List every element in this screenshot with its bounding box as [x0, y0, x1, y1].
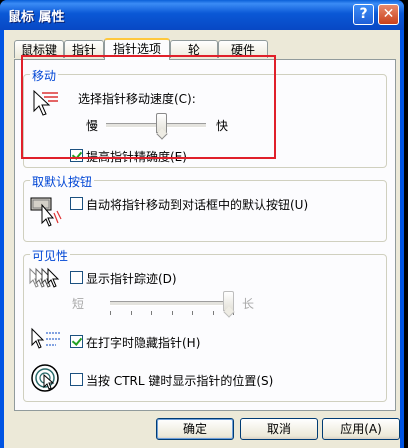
enhance-precision-label: 提高指针精确度(E) [86, 150, 187, 164]
help-button[interactable]: ? [353, 4, 374, 25]
show-location-icon [31, 364, 59, 392]
pointer-trails-icon [29, 267, 60, 288]
motion-group-label: 移动 [30, 67, 59, 84]
short-label: 短 [72, 297, 85, 311]
cancel-button[interactable]: 取消 [240, 418, 318, 440]
tab-pointers[interactable]: 指针 [64, 40, 104, 58]
trails-tick [151, 311, 152, 315]
snap-to-checkbox[interactable] [70, 197, 83, 210]
snap-to-button-icon [30, 197, 62, 227]
pointer-speed-icon [33, 89, 58, 116]
trails-tick [172, 311, 173, 315]
hide-while-typing-label: 在打字时隐藏指针(H) [86, 336, 201, 350]
enhance-precision-checkbox[interactable] [70, 149, 83, 162]
visibility-group-label: 可见性 [30, 247, 71, 264]
trails-tick [192, 311, 193, 315]
snap-to-group: 取默认按钮 自动将指针移动到对话框中的默认按钮(U) [23, 173, 387, 242]
close-button[interactable]: ✕ [378, 4, 399, 25]
pointer-trails-checkbox[interactable] [70, 271, 83, 284]
title-bar[interactable]: 鼠标 属性 ? ✕ [0, 0, 404, 30]
tab-panel: 移动 选择指针移动速度(C): 慢 快 提高指针精确度(E) 取默认按钮 自动将… [14, 59, 396, 411]
tab-buttons[interactable]: 鼠标键 [14, 40, 64, 58]
long-label: 长 [242, 297, 255, 311]
speed-slider-thumb[interactable] [156, 113, 167, 133]
trails-tick [131, 311, 132, 315]
trails-slider-thumb[interactable] [222, 291, 234, 311]
apply-button[interactable]: 应用(A) [322, 418, 400, 440]
pointer-trails-label: 显示指针踪迹(D) [86, 272, 177, 286]
ok-button[interactable]: 确定 [156, 418, 234, 440]
tab-pointer-options[interactable]: 指针选项 [104, 38, 170, 60]
tab-wheel[interactable]: 轮 [170, 40, 218, 58]
show-location-ctrl-checkbox[interactable] [70, 373, 83, 386]
show-location-ctrl-label: 当按 CTRL 键时显示指针的位置(S) [86, 374, 274, 388]
mouse-properties-window: 鼠标 属性 ? ✕ 鼠标键 指针 指针选项 轮 硬件 移动 选择指针移动速度(C… [0, 0, 404, 448]
trails-slider-track[interactable] [110, 301, 234, 306]
speed-label: 选择指针移动速度(C): [78, 92, 196, 106]
window-title: 鼠标 属性 [8, 10, 65, 25]
tab-hardware[interactable]: 硬件 [218, 40, 268, 58]
trails-tick [110, 311, 111, 315]
snap-to-group-label: 取默认按钮 [30, 173, 95, 190]
trails-tick [213, 311, 214, 315]
slow-label: 慢 [86, 119, 99, 133]
fast-label: 快 [216, 119, 229, 133]
motion-group: 移动 选择指针移动速度(C): 慢 快 提高指针精确度(E) [23, 67, 387, 168]
visibility-group: 可见性 显示指针踪迹(D) 短 长 在打字时隐藏指针(H) 当按 CTRL 键时… [23, 247, 387, 402]
hide-while-typing-checkbox[interactable] [70, 335, 83, 348]
snap-to-label: 自动将指针移动到对话框中的默认按钮(U) [86, 198, 309, 212]
dialog-client: 鼠标键 指针 指针选项 轮 硬件 移动 选择指针移动速度(C): 慢 快 提高指… [4, 30, 400, 448]
hide-pointer-icon [31, 327, 60, 349]
